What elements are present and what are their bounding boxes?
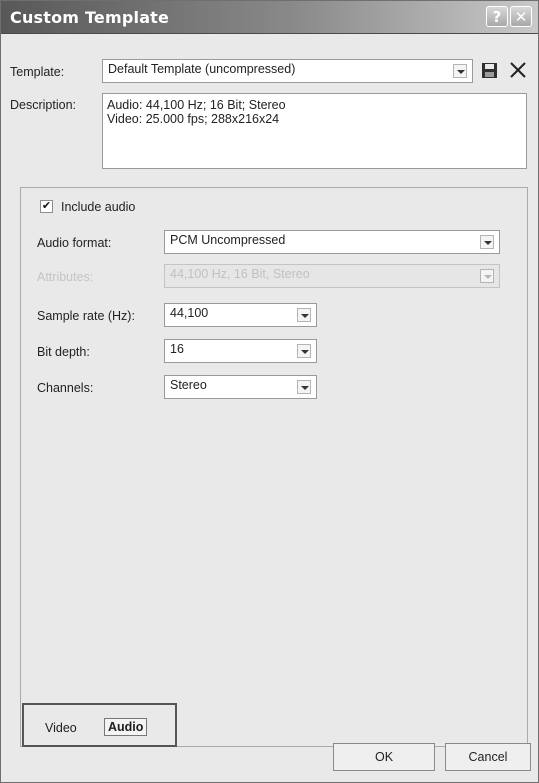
template-value: Default Template (uncompressed) [108,62,296,76]
audio-format-select[interactable]: PCM Uncompressed [164,230,500,254]
channels-select[interactable]: Stereo [164,375,317,399]
custom-template-dialog: Custom Template ? ✕ Template: Default Te… [0,0,539,783]
description-label: Description: [10,98,76,112]
bit-depth-label: Bit depth: [37,345,90,359]
chevron-down-icon [480,269,494,283]
template-select[interactable]: Default Template (uncompressed) [102,59,473,83]
audio-format-label: Audio format: [37,236,112,250]
attributes-label: Attributes: [37,270,94,284]
tab-video[interactable]: Video [45,721,77,735]
sample-rate-value: 44,100 [170,306,209,320]
description-line-audio: Audio: 44,100 Hz; 16 Bit; Stereo [107,98,286,112]
template-label: Template: [10,65,65,79]
title-bar[interactable]: Custom Template ? ✕ [1,1,538,34]
bit-depth-select[interactable]: 16 [164,339,317,363]
window-title: Custom Template [10,8,170,27]
floppy-disk-icon[interactable] [481,62,498,79]
audio-format-value: PCM Uncompressed [170,233,286,247]
cancel-button[interactable]: Cancel [445,743,531,771]
chevron-down-icon[interactable] [297,344,311,358]
bit-depth-value: 16 [170,342,184,356]
sample-rate-label: Sample rate (Hz): [37,309,135,323]
x-delete-icon[interactable] [509,61,527,79]
include-audio-checkbox[interactable]: ✔ [40,200,53,213]
attributes-select: 44,100 Hz, 16 Bit, Stereo [164,264,500,288]
channels-value: Stereo [170,378,207,392]
chevron-down-icon[interactable] [297,380,311,394]
tab-audio[interactable]: Audio [104,718,148,736]
chevron-down-icon[interactable] [297,308,311,322]
close-button[interactable]: ✕ [510,6,532,27]
sample-rate-select[interactable]: 44,100 [164,303,317,327]
chevron-down-icon[interactable] [480,235,494,249]
include-audio-label: Include audio [61,200,136,214]
attributes-value: 44,100 Hz, 16 Bit, Stereo [170,267,310,281]
channels-label: Channels: [37,381,94,395]
chevron-down-icon[interactable] [453,64,467,78]
ok-button[interactable]: OK [333,743,435,771]
help-button[interactable]: ? [486,6,508,27]
description-line-video: Video: 25.000 fps; 288x216x24 [107,112,280,126]
description-box: Audio: 44,100 Hz; 16 Bit; Stereo Video: … [102,93,527,169]
